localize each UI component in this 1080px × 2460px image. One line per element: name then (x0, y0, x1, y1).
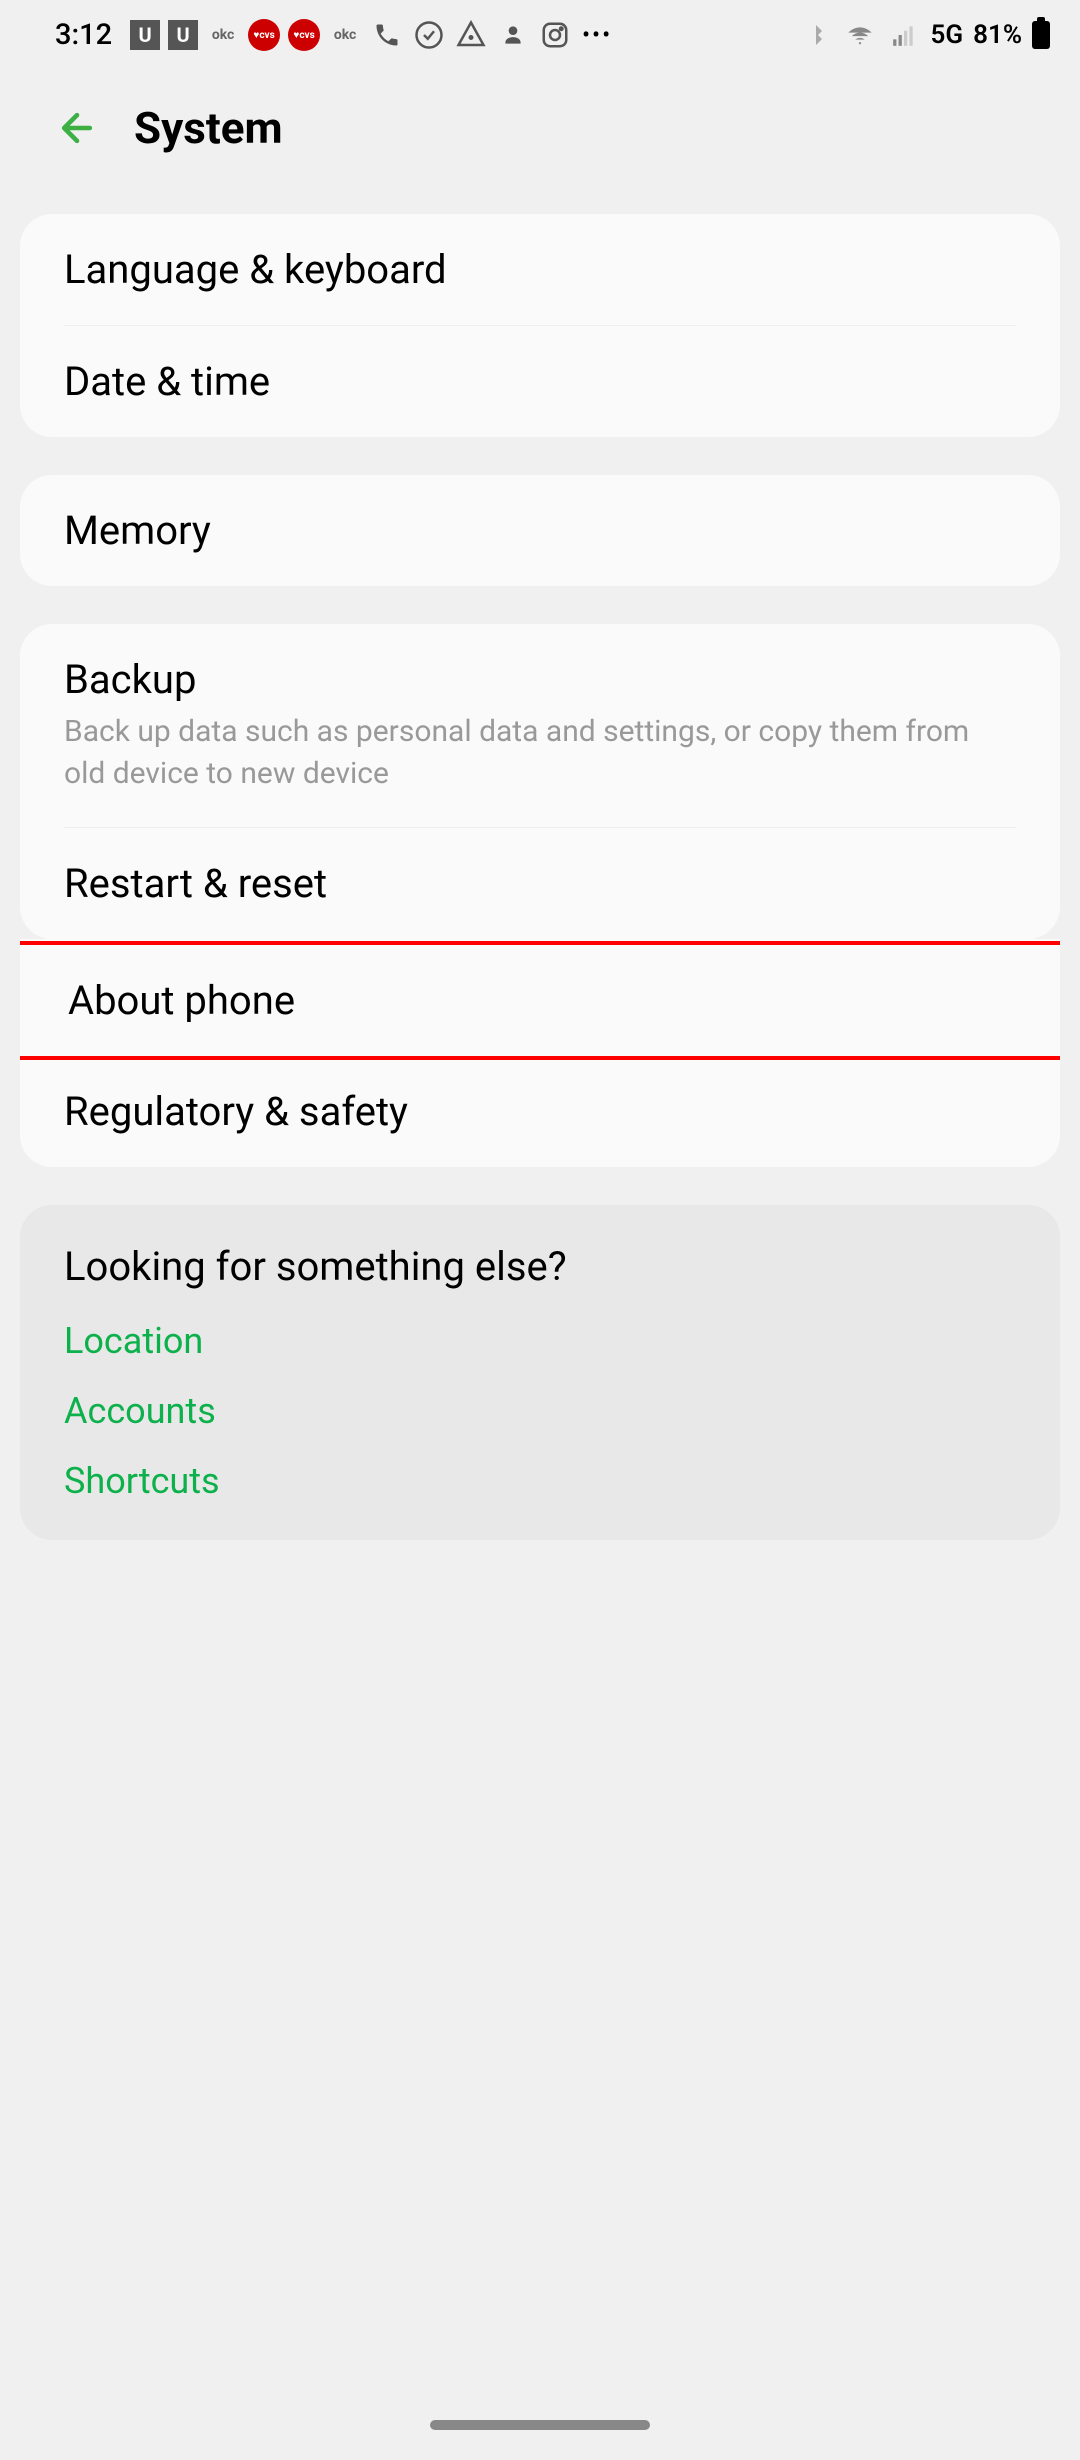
bluetooth-icon (799, 18, 833, 52)
status-left: 3:12 U U okc ♥cvs ♥cvs okc ••• (55, 18, 614, 52)
language-keyboard-item[interactable]: Language & keyboard (20, 214, 1060, 325)
app-icon-cvs: ♥cvs (248, 19, 280, 51)
header: System (0, 62, 1080, 174)
list-item-label: Restart & reset (64, 860, 1016, 907)
list-item-label: Regulatory & safety (64, 1088, 1016, 1135)
app-icon-u: U (130, 20, 160, 50)
list-item-label: Language & keyboard (64, 246, 1016, 293)
battery-percent: 81% (973, 20, 1022, 50)
instagram-icon (538, 18, 572, 52)
page-title: System (134, 102, 283, 154)
app-icon-okc: okc (206, 18, 240, 52)
signal-icon (887, 18, 921, 52)
list-item-label: Backup (64, 656, 1016, 703)
warning-icon (454, 18, 488, 52)
content: Language & keyboard Date & time Memory B… (0, 174, 1080, 1540)
date-time-item[interactable]: Date & time (20, 326, 1060, 437)
app-icon-cvs: ♥cvs (288, 19, 320, 51)
status-time: 3:12 (55, 18, 112, 52)
card-group-3: Backup Back up data such as personal dat… (20, 624, 1060, 939)
backup-item[interactable]: Backup Back up data such as personal dat… (20, 624, 1060, 827)
app-icon-u: U (168, 20, 198, 50)
card-group-1: Language & keyboard Date & time (20, 214, 1060, 437)
list-item-label: About phone (68, 977, 1012, 1024)
app-icon-okc: okc (328, 18, 362, 52)
suggestion-link-accounts[interactable]: Accounts (64, 1390, 1016, 1432)
suggestion-link-location[interactable]: Location (64, 1320, 1016, 1362)
person-icon (496, 18, 530, 52)
restart-reset-item[interactable]: Restart & reset (20, 828, 1060, 939)
network-type: 5G (931, 20, 964, 50)
home-indicator[interactable] (430, 2420, 650, 2430)
back-button[interactable] (55, 106, 99, 150)
status-bar: 3:12 U U okc ♥cvs ♥cvs okc ••• (0, 0, 1080, 62)
checkmark-icon (412, 18, 446, 52)
highlight-box: About phone (20, 941, 1060, 1060)
suggestions-title: Looking for something else? (64, 1243, 1016, 1290)
memory-item[interactable]: Memory (20, 475, 1060, 586)
status-right: 5G 81% (799, 18, 1050, 52)
battery-icon (1032, 21, 1050, 49)
card-group-4: About phone Regulatory & safety (20, 939, 1060, 1167)
suggestions-card: Looking for something else? Location Acc… (20, 1205, 1060, 1540)
card-group-2: Memory (20, 475, 1060, 586)
list-item-label: Date & time (64, 358, 1016, 405)
about-phone-item[interactable]: About phone (20, 945, 1060, 1056)
list-item-subtitle: Back up data such as personal data and s… (64, 711, 1016, 795)
more-icon: ••• (580, 18, 614, 52)
regulatory-safety-item[interactable]: Regulatory & safety (20, 1056, 1060, 1167)
list-item-label: Memory (64, 507, 1016, 554)
suggestion-link-shortcuts[interactable]: Shortcuts (64, 1460, 1016, 1502)
wifi-icon (843, 18, 877, 52)
missed-call-icon (370, 18, 404, 52)
